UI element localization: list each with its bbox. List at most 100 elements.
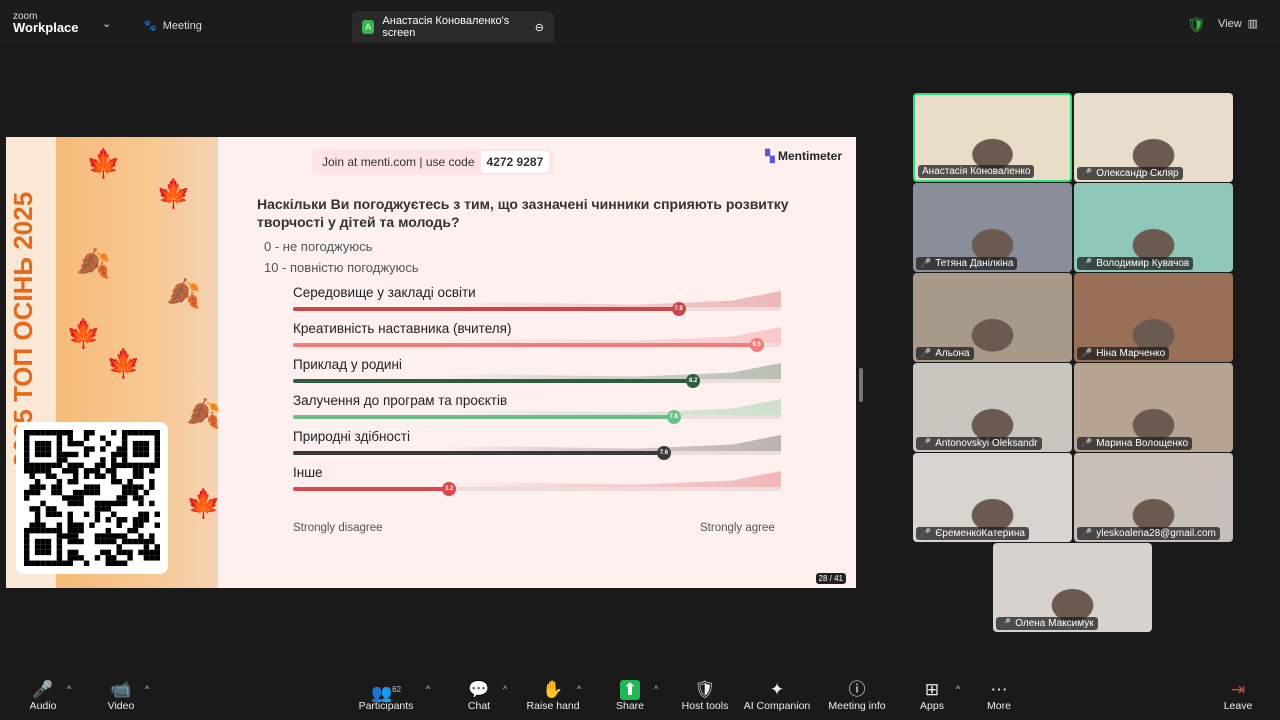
mic-muted-icon: 🎤 <box>920 258 932 268</box>
value-bar <box>293 451 664 455</box>
participant-tile[interactable]: Анастасія Коноваленко <box>913 93 1072 182</box>
mic-muted-icon: 🎤 <box>1081 168 1093 178</box>
leaf-icon: 🍁 <box>156 178 191 209</box>
mic-muted-icon: 🎤 <box>1081 348 1093 358</box>
value-marker: 8.2 <box>686 374 701 388</box>
leaf-icon: 🍂 <box>166 278 201 309</box>
participant-name-tag: 🎤 ЄременкоКатерина <box>916 527 1029 540</box>
hand-icon: ✋ <box>542 680 564 699</box>
mic-muted-icon: 🎤 <box>1081 258 1093 268</box>
participant-tile[interactable]: 🎤 Марина Волощенко <box>1074 363 1233 452</box>
chat-icon: 💬 <box>468 680 490 699</box>
leave-icon: ⇥ <box>1230 680 1246 699</box>
meeting-toolbar: 🎤 Audio ^ 📹 Video ^ 👥62 Participants ^ 💬 Chat ^ ✋ Rai… <box>0 672 1280 720</box>
leaf-icon: 🍁 <box>86 148 121 179</box>
page-indicator: 28 / 41 <box>815 573 846 584</box>
top-bar: zoom Workplace ⌄ 🐾 Meeting A Анастасія Коно… <box>0 0 1280 44</box>
apps-icon: ⊞ <box>924 680 940 699</box>
scale-max-label: 10 - повністю погоджуюсь <box>264 260 419 275</box>
sparkle-icon: ✦ <box>769 680 785 699</box>
item-label: Креативність наставника (вчителя) <box>293 321 512 336</box>
participant-tile[interactable]: 🎤 Володимир Кувачов <box>1074 183 1233 272</box>
info-icon: ⓘ <box>848 680 866 699</box>
caret-up-icon[interactable]: ^ <box>426 684 430 694</box>
participant-tile[interactable]: 🎤 Альона <box>913 273 1072 362</box>
join-code: 4272 9287 <box>480 151 550 173</box>
value-marker: 9.5 <box>749 338 764 352</box>
resize-handle[interactable] <box>859 368 863 402</box>
question-title: Наскільки Ви погоджуєтесь з тим, що зазн… <box>257 196 789 230</box>
leave-button[interactable]: ⇥ Leave <box>1198 680 1278 712</box>
item-label: Інше <box>293 465 323 480</box>
security-shield-icon[interactable]: 🛡 <box>1187 16 1206 34</box>
value-marker: 3.2 <box>442 482 457 496</box>
mic-muted-icon: 🎤 <box>920 528 932 538</box>
caret-up-icon[interactable]: ^ <box>145 684 149 694</box>
presentation-slide: 2025 ТОП ОСІНЬ 2025 🍁 🍁 🍂 🍂 🍁 🍁 🍂 🍁 Join… <box>6 137 856 588</box>
meeting-button[interactable]: 🐾 Meeting <box>143 19 202 33</box>
distribution-area <box>293 471 781 487</box>
participant-name-tag: 🎤 Альона <box>916 347 974 360</box>
participant-name-tag: 🎤 Олена Максимук <box>996 617 1098 630</box>
caret-up-icon[interactable]: ^ <box>503 684 507 694</box>
host-tools-button[interactable]: 🛡 Host tools <box>665 680 745 712</box>
participant-name-tag: 🎤 yleskoalena28@gmail.com <box>1077 527 1220 540</box>
item-label: Залучення до програм та проєктів <box>293 393 508 408</box>
view-button[interactable]: View ▥ <box>1218 17 1259 31</box>
value-bar <box>293 307 679 311</box>
qr-code <box>16 422 168 574</box>
participant-name-tag: 🎤 Antonovskyi Oleksandr <box>916 437 1042 450</box>
mic-off-icon: 🎤 <box>32 680 54 699</box>
caret-up-icon[interactable]: ^ <box>654 684 658 694</box>
participant-name-tag: 🎤 Тетяна Данілкіна <box>916 257 1018 270</box>
value-marker: 7.6 <box>656 446 671 460</box>
mic-muted-icon: 🎤 <box>1000 618 1012 628</box>
value-bar <box>293 487 450 491</box>
leaf-icon: 🍁 <box>106 348 141 379</box>
paw-icon: 🐾 <box>143 20 157 32</box>
participant-tile[interactable]: 🎤 Ніна Марченко <box>1074 273 1233 362</box>
participant-name-tag: 🎤 Олександр Скляр <box>1077 167 1183 180</box>
meeting-info-button[interactable]: ⓘ Meeting info <box>817 680 897 712</box>
value-marker: 7.8 <box>666 410 681 424</box>
participant-tile[interactable]: 🎤 Олена Максимук <box>993 543 1152 632</box>
more-icon: ⋯ <box>990 680 1008 699</box>
value-bar <box>293 343 757 347</box>
share-tab[interactable]: A Анастасія Коноваленко's screen ⊖ <box>352 11 554 43</box>
share-avatar: A <box>362 20 375 34</box>
item-label: Середовище у закладі освіти <box>293 285 476 300</box>
mic-muted-icon: 🎤 <box>920 438 932 448</box>
ai-companion-button[interactable]: ✦ AI Companion <box>737 680 817 712</box>
value-marker: 7.9 <box>671 302 686 316</box>
participant-name-tag: Анастасія Коноваленко <box>918 165 1035 178</box>
video-off-icon: 📹 <box>110 680 132 699</box>
participant-tile[interactable]: 🎤 Тетяна Данілкіна <box>913 183 1072 272</box>
zoom-logo: zoom Workplace <box>13 11 79 35</box>
participant-tile[interactable]: 🎤 Antonovskyi Oleksandr <box>913 363 1072 452</box>
share-icon: ⬆ <box>619 680 641 700</box>
chevron-down-icon[interactable]: ⌄ <box>102 17 111 30</box>
participant-tile[interactable]: 🎤 Олександр Скляр <box>1074 93 1233 182</box>
participant-tile[interactable]: 🎤 yleskoalena28@gmail.com <box>1074 453 1233 542</box>
mic-muted-icon: 🎤 <box>920 348 932 358</box>
right-label: Strongly agree <box>700 522 775 534</box>
participant-tile[interactable]: 🎤 ЄременкоКатерина <box>913 453 1072 542</box>
grid-icon: ▥ <box>1247 18 1259 30</box>
participant-name-tag: 🎤 Ніна Марченко <box>1077 347 1170 360</box>
leaf-icon: 🍁 <box>186 488 221 519</box>
item-label: Природні здібності <box>293 429 410 444</box>
mic-muted-icon: 🎤 <box>1081 438 1093 448</box>
leaf-icon: 🍁 <box>66 318 101 349</box>
participant-name-tag: 🎤 Володимир Кувачов <box>1077 257 1194 270</box>
join-instructions: Join at menti.com | use code 4272 9287 <box>312 149 554 175</box>
mic-muted-icon: 🎤 <box>1081 528 1093 538</box>
caret-up-icon[interactable]: ^ <box>577 684 581 694</box>
scale-min-label: 0 - не погоджуюсь <box>264 239 373 254</box>
mentimeter-logo: ▚ Mentimeter <box>765 149 842 163</box>
more-icon[interactable]: ⊖ <box>535 21 544 34</box>
more-button[interactable]: ⋯ More <box>959 680 1039 712</box>
participants-icon: 👥62 <box>370 683 402 703</box>
caret-up-icon[interactable]: ^ <box>67 684 71 694</box>
participants-button[interactable]: 👥62 Participants <box>346 680 426 712</box>
left-label: Strongly disagree <box>293 522 383 534</box>
